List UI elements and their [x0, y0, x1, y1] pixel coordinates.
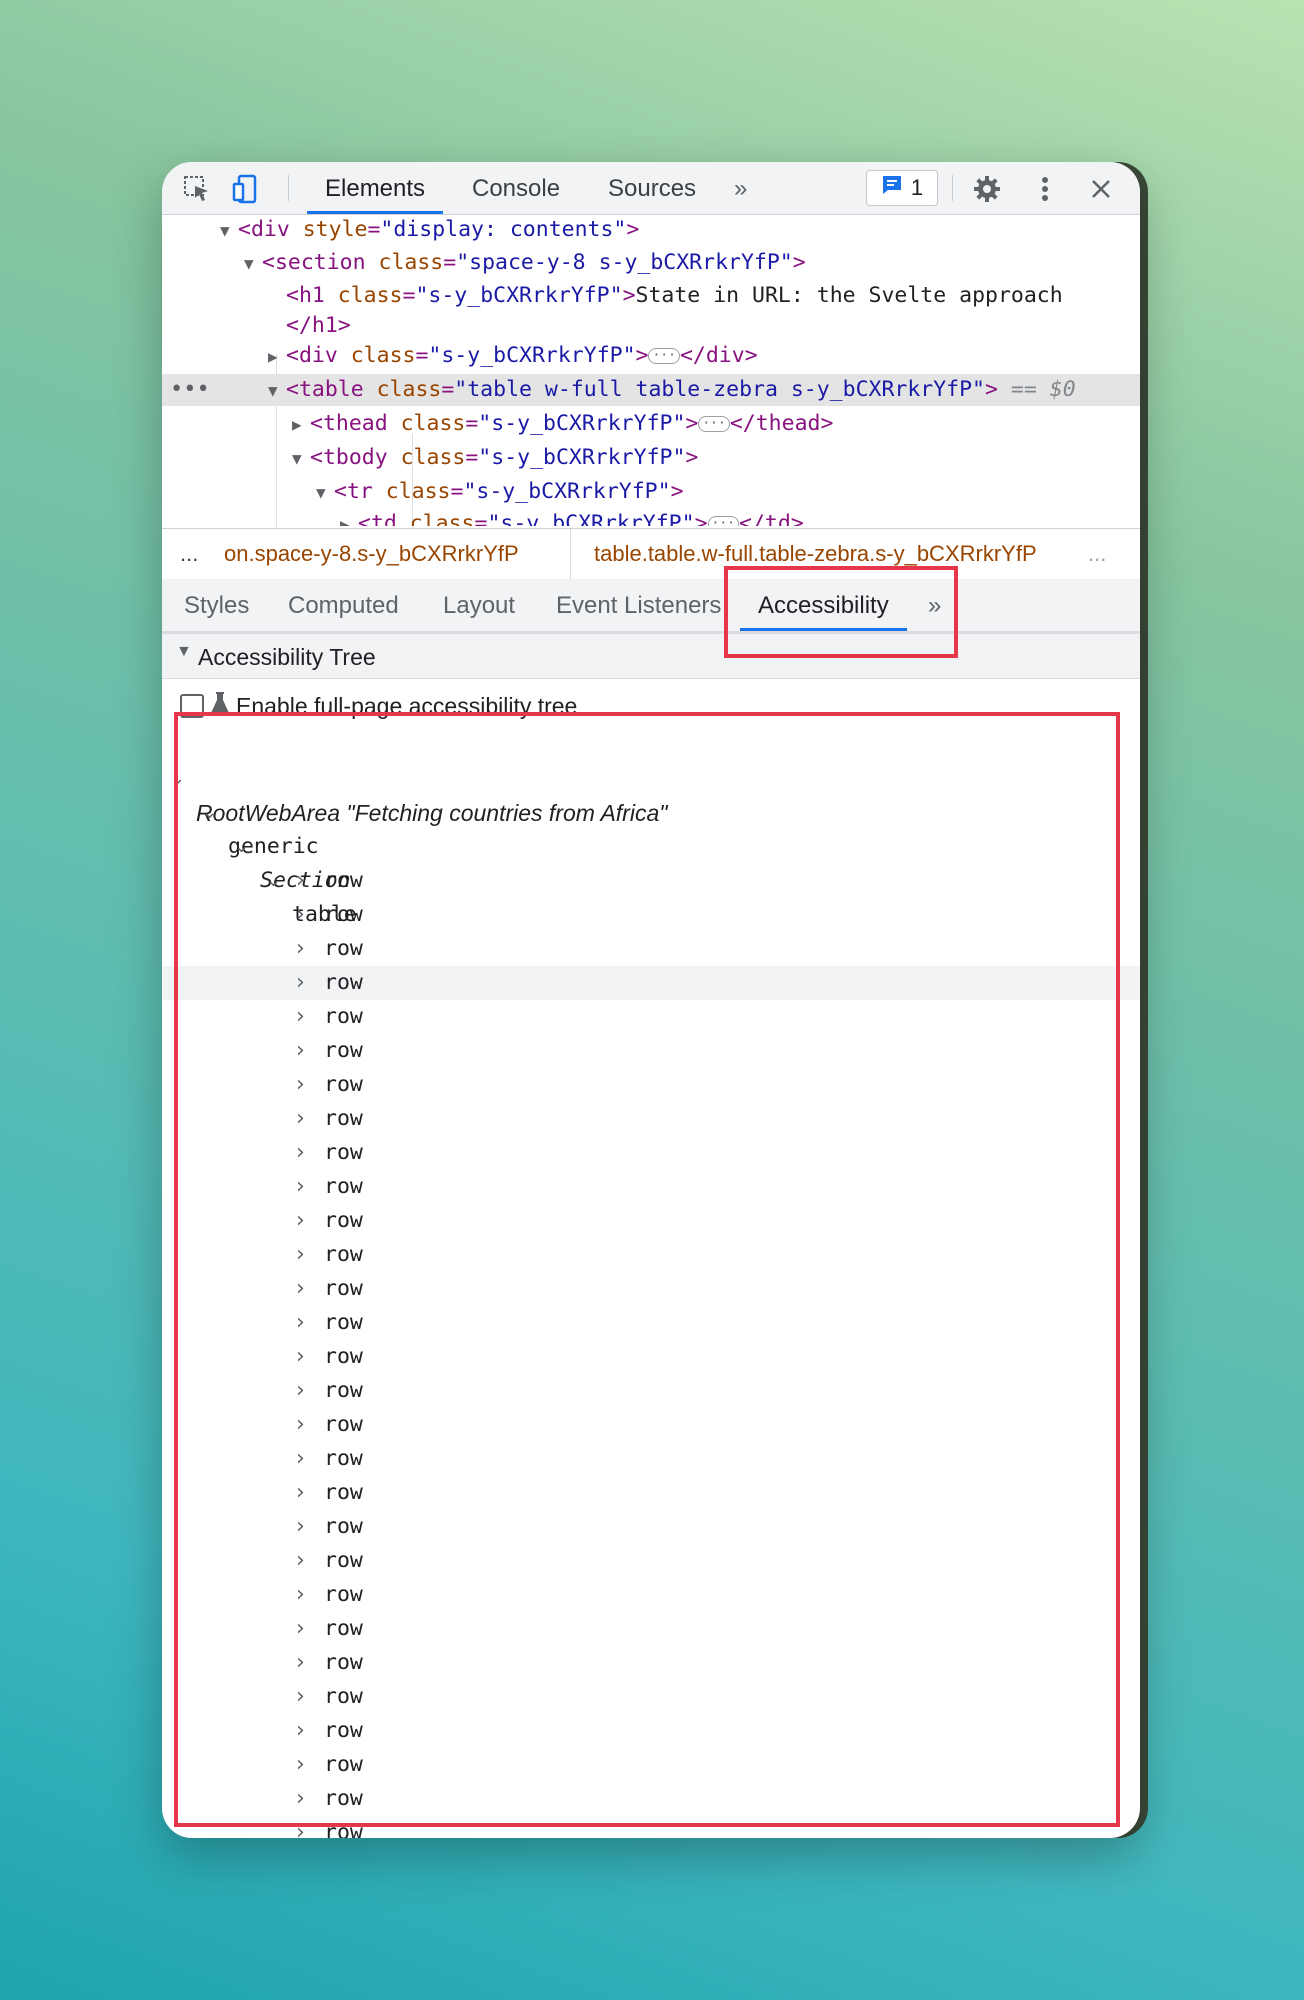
- more-tabs-icon[interactable]: »: [734, 162, 747, 214]
- toolbar-divider: [952, 175, 953, 201]
- device-toolbar-icon[interactable]: [228, 172, 262, 206]
- sidebar-panel-tabs: Styles Computed Layout Event Listeners A…: [162, 579, 1140, 634]
- dom-node-thead[interactable]: ▶ <thead class="s-y_bCXRrkrYfP"> ··· </thea…: [162, 408, 1140, 440]
- tab-styles[interactable]: Styles: [184, 579, 249, 631]
- close-icon[interactable]: [1084, 172, 1118, 206]
- section-title: Accessibility Tree: [198, 644, 376, 670]
- dom-node-h1[interactable]: <h1 class="s-y_bCXRrkrYfP">State in URL:…: [162, 280, 1140, 312]
- ellipsis-icon[interactable]: ···: [648, 348, 680, 364]
- dom-node-div[interactable]: ▼ <div style="display: contents">: [162, 214, 1140, 246]
- tab-elements[interactable]: Elements: [306, 162, 444, 214]
- inspect-element-icon[interactable]: [180, 172, 214, 206]
- breadcrumb: ... on.space-y-8.s-y_bCXRrkrYfP table.ta…: [162, 528, 1140, 580]
- tab-event-listeners[interactable]: Event Listeners: [556, 579, 721, 631]
- tab-sources[interactable]: Sources: [608, 162, 696, 214]
- issues-message-icon: [881, 174, 903, 202]
- dom-node-div-collapsed[interactable]: ▶ <div class="s-y_bCXRrkrYfP"> ··· </div>: [162, 340, 1140, 372]
- dom-node-h1-close: </h1>: [286, 313, 351, 338]
- highlight-box-accessibility-tree: [174, 712, 1120, 1827]
- row-dots-icon[interactable]: •••: [170, 374, 210, 406]
- tab-layout[interactable]: Layout: [443, 579, 515, 631]
- accessibility-tree-header[interactable]: ▼ Accessibility Tree: [162, 634, 1140, 679]
- dom-tree: ▼ <div style="display: contents"> ▼ <secti…: [162, 214, 1140, 528]
- toolbar-divider: [288, 175, 289, 201]
- breadcrumb-right-dots[interactable]: ...: [1088, 541, 1106, 567]
- tab-console[interactable]: Console: [472, 162, 560, 214]
- dom-node-tr[interactable]: ▼ <tr class="s-y_bCXRrkrYfP">: [162, 476, 1140, 508]
- issues-count: 1: [910, 175, 924, 200]
- dom-node-section[interactable]: ▼ <section class="space-y-8 s-y_bCXRrkrYf…: [162, 247, 1140, 279]
- highlight-box-accessibility-tab: [724, 566, 958, 658]
- kebab-menu-icon[interactable]: [1028, 172, 1062, 206]
- ellipsis-icon[interactable]: ···: [698, 416, 730, 432]
- devtools-window: Elements Console Sources » 1 ▼ <div style…: [162, 162, 1140, 1838]
- dom-node-table-selected[interactable]: ••• ▼ <table class="table w-full table-zeb…: [162, 374, 1140, 406]
- tab-computed[interactable]: Computed: [288, 579, 399, 631]
- collapse-triangle-icon: ▼: [176, 643, 192, 660]
- gear-icon[interactable]: [970, 172, 1004, 206]
- breadcrumb-item-section[interactable]: on.space-y-8.s-y_bCXRrkrYfP: [224, 541, 612, 567]
- devtools-toolbar: Elements Console Sources » 1: [162, 162, 1140, 215]
- issues-button[interactable]: 1: [866, 170, 938, 206]
- breadcrumb-left-dots[interactable]: ...: [180, 541, 198, 567]
- dom-node-tbody[interactable]: ▼ <tbody class="s-y_bCXRrkrYfP">: [162, 442, 1140, 474]
